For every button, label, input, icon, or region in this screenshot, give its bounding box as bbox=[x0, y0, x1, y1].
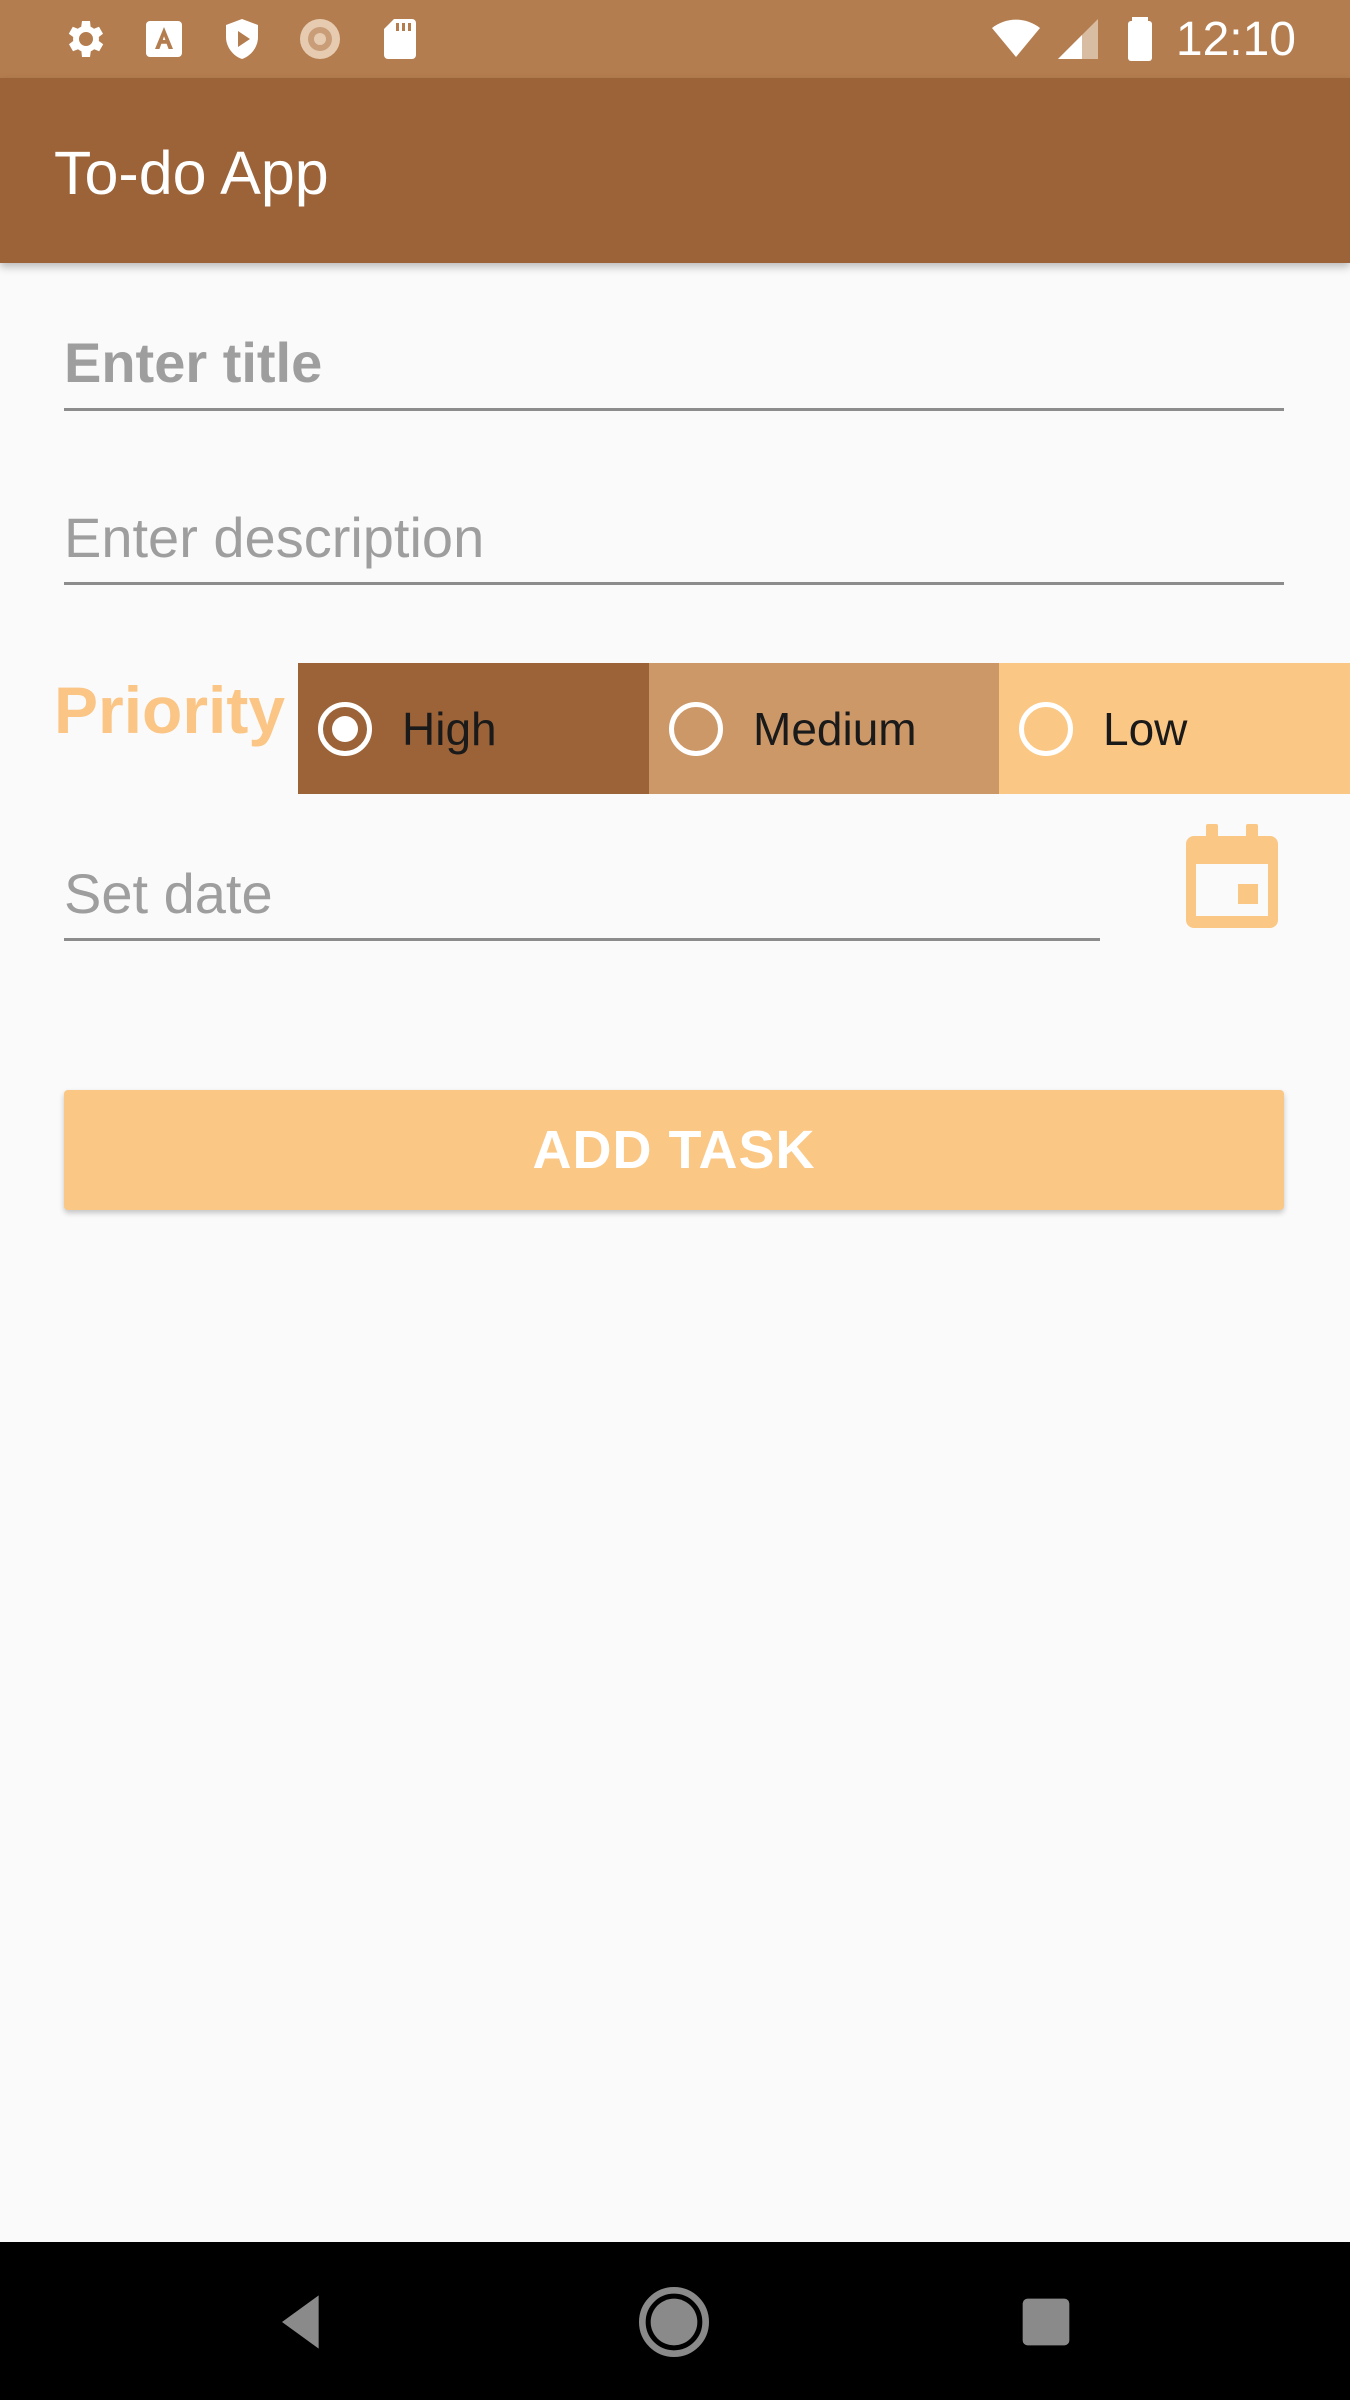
calendar-icon[interactable] bbox=[1186, 824, 1278, 928]
battery-icon bbox=[1128, 17, 1152, 61]
add-task-button[interactable]: ADD TASK bbox=[64, 1090, 1284, 1210]
description-field[interactable] bbox=[64, 494, 1284, 585]
app-bar: To-do App bbox=[0, 78, 1350, 263]
priority-radio-group: High Medium Low bbox=[298, 663, 1350, 794]
home-icon[interactable] bbox=[634, 2282, 714, 2362]
sd-card-icon bbox=[384, 19, 416, 59]
a-square-icon bbox=[146, 21, 182, 57]
radio-selected-icon[interactable] bbox=[318, 701, 372, 756]
status-clock: 12:10 bbox=[1175, 13, 1296, 66]
title-input[interactable] bbox=[64, 318, 1284, 406]
radio-unselected-icon[interactable] bbox=[669, 701, 723, 756]
date-input[interactable] bbox=[64, 850, 1100, 936]
priority-medium-label: Medium bbox=[753, 702, 917, 755]
nav-bar bbox=[0, 2242, 1350, 2400]
priority-low-label: Low bbox=[1103, 702, 1188, 755]
priority-high-option[interactable]: High bbox=[298, 663, 649, 794]
screen: 12:10 To-do App Priority High Medium Low bbox=[0, 0, 1350, 2400]
title-field[interactable] bbox=[64, 318, 1284, 411]
signal-icon bbox=[1058, 19, 1098, 59]
priority-label: Priority bbox=[54, 673, 286, 747]
radio-dot bbox=[332, 715, 358, 742]
date-field[interactable] bbox=[64, 850, 1100, 941]
recents-icon[interactable] bbox=[1006, 2282, 1086, 2362]
sunburst-icon bbox=[300, 19, 340, 59]
back-icon[interactable] bbox=[262, 2282, 342, 2362]
priority-high-label: High bbox=[402, 702, 497, 755]
status-bar: 12:10 bbox=[0, 0, 1350, 78]
app-title: To-do App bbox=[54, 139, 329, 207]
priority-medium-option[interactable]: Medium bbox=[649, 663, 999, 794]
play-shield-icon bbox=[226, 19, 258, 59]
description-input[interactable] bbox=[64, 494, 1284, 580]
priority-low-option[interactable]: Low bbox=[999, 663, 1350, 794]
wifi-icon bbox=[992, 19, 1040, 58]
settings-icon bbox=[68, 21, 104, 57]
radio-unselected-icon[interactable] bbox=[1019, 701, 1073, 756]
